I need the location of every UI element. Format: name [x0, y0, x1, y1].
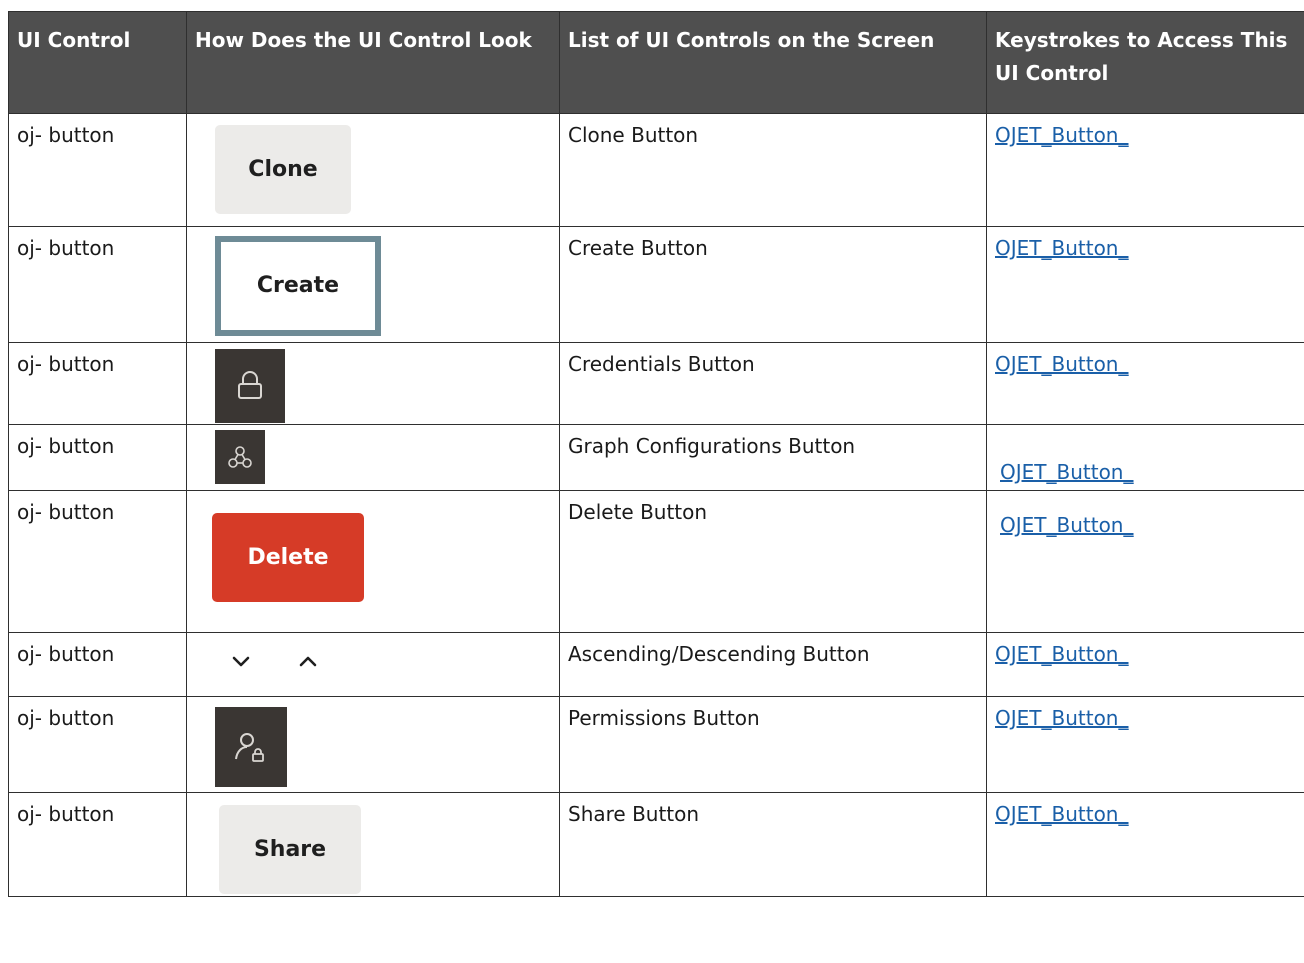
control-type: oj- button	[17, 236, 115, 260]
cell-keystroke: OJET_Button_	[986, 792, 1304, 897]
cell-control: oj- button	[8, 696, 187, 793]
cell-keystroke: OJET_Button_	[986, 113, 1304, 227]
control-list-name: Credentials Button	[568, 352, 755, 376]
create-button[interactable]: Create	[215, 236, 381, 336]
table-row: oj- button Create Create Button OJET_But…	[8, 226, 1304, 343]
table-row: oj- button Credentials Button OJET_Butto…	[8, 342, 1304, 425]
control-type: oj- button	[17, 434, 115, 458]
cell-control: oj- button	[8, 490, 187, 633]
control-list-name: Clone Button	[568, 123, 699, 147]
chevron-up-icon	[299, 656, 317, 667]
cell-keystroke: OJET_Button_	[986, 226, 1304, 343]
cell-visual	[186, 696, 560, 793]
create-button-label: Create	[256, 273, 340, 298]
cell-list: Clone Button	[559, 113, 987, 227]
clone-button-label: Clone	[248, 156, 318, 182]
control-type: oj- button	[17, 500, 115, 524]
header-ui-control: UI Control	[8, 11, 187, 114]
control-list-name: Create Button	[568, 236, 708, 260]
credentials-button[interactable]	[215, 349, 285, 423]
lock-icon	[238, 371, 262, 399]
graph-configurations-button[interactable]	[215, 430, 265, 484]
cell-keystroke: OJET_Button_	[986, 342, 1304, 425]
cell-control: oj- button	[8, 424, 187, 491]
ascending-button[interactable]	[294, 647, 322, 675]
cell-keystroke: OJET_Button_	[986, 632, 1304, 697]
ui-controls-table: UI Control How Does the UI Control Look …	[8, 11, 1304, 897]
control-type: oj- button	[17, 802, 115, 826]
cell-list: Delete Button	[559, 490, 987, 633]
control-list-name: Graph Configurations Button	[568, 434, 856, 458]
graph-nodes-icon	[228, 446, 252, 468]
header-how-it-looks: How Does the UI Control Look	[186, 11, 560, 114]
keystroke-link[interactable]: OJET_Button_	[995, 800, 1129, 828]
control-type: oj- button	[17, 706, 115, 730]
cell-visual: Share	[186, 792, 560, 897]
header-list-of-controls: List of UI Controls on the Screen	[559, 11, 987, 114]
clone-button[interactable]: Clone	[215, 125, 351, 214]
control-type: oj- button	[17, 123, 115, 147]
header-keystrokes: Keystrokes to Access This UI Control	[986, 11, 1304, 114]
cell-control: oj- button	[8, 342, 187, 425]
table-row: oj- button Delete Delete Button OJET_But…	[8, 490, 1304, 633]
cell-control: oj- button	[8, 632, 187, 697]
cell-control: oj- button	[8, 113, 187, 227]
keystroke-link[interactable]: OJET_Button_	[995, 121, 1129, 149]
cell-keystroke: OJET_Button_	[986, 490, 1304, 633]
table-row: oj- button Share Share Button OJET_Butto…	[8, 792, 1304, 897]
cell-list: Create Button	[559, 226, 987, 343]
cell-list: Graph Configurations Button	[559, 424, 987, 491]
keystroke-link[interactable]: OJET_Button_	[995, 350, 1129, 378]
control-list-name: Delete Button	[568, 500, 708, 524]
cell-visual: Create	[186, 226, 560, 343]
control-list-name: Share Button	[568, 802, 700, 826]
descending-button[interactable]	[227, 647, 255, 675]
cell-list: Permissions Button	[559, 696, 987, 793]
cell-list: Credentials Button	[559, 342, 987, 425]
share-button-label: Share	[253, 836, 327, 862]
cell-keystroke: OJET_Button_	[986, 696, 1304, 793]
cell-visual: Delete	[186, 490, 560, 633]
cell-control: oj- button	[8, 226, 187, 343]
cell-visual	[186, 424, 560, 491]
cell-list: Ascending/Descending Button	[559, 632, 987, 697]
share-button[interactable]: Share	[219, 805, 361, 894]
table-row: oj- button Permissions Button OJET_Butto…	[8, 696, 1304, 793]
keystroke-link[interactable]: OJET_Button_	[995, 640, 1129, 668]
keystroke-link[interactable]: OJET_Button_	[1000, 511, 1134, 539]
keystroke-link[interactable]: OJET_Button_	[995, 704, 1129, 732]
permissions-button[interactable]	[215, 707, 287, 787]
table-row: oj- button Ascending/Descending Button O…	[8, 632, 1304, 697]
cell-keystroke: OJET_Button_	[986, 424, 1304, 491]
keystroke-link[interactable]: OJET_Button_	[995, 234, 1129, 262]
control-list-name: Permissions Button	[568, 706, 760, 730]
control-list-name: Ascending/Descending Button	[568, 642, 870, 666]
user-lock-icon	[235, 733, 264, 762]
control-type: oj- button	[17, 352, 115, 376]
table-header-row: UI Control How Does the UI Control Look …	[8, 11, 1304, 114]
cell-visual	[186, 632, 560, 697]
delete-button[interactable]: Delete	[212, 513, 364, 602]
keystroke-link[interactable]: OJET_Button_	[1000, 458, 1134, 486]
table-row: oj- button Clone Clone Button OJET_Butto…	[8, 113, 1304, 227]
table-row: oj- button Graph Configurations Button O…	[8, 424, 1304, 491]
cell-visual: Clone	[186, 113, 560, 227]
cell-visual	[186, 342, 560, 425]
control-type: oj- button	[17, 642, 115, 666]
chevron-down-icon	[232, 656, 250, 667]
cell-list: Share Button	[559, 792, 987, 897]
cell-control: oj- button	[8, 792, 187, 897]
delete-button-label: Delete	[247, 544, 329, 570]
